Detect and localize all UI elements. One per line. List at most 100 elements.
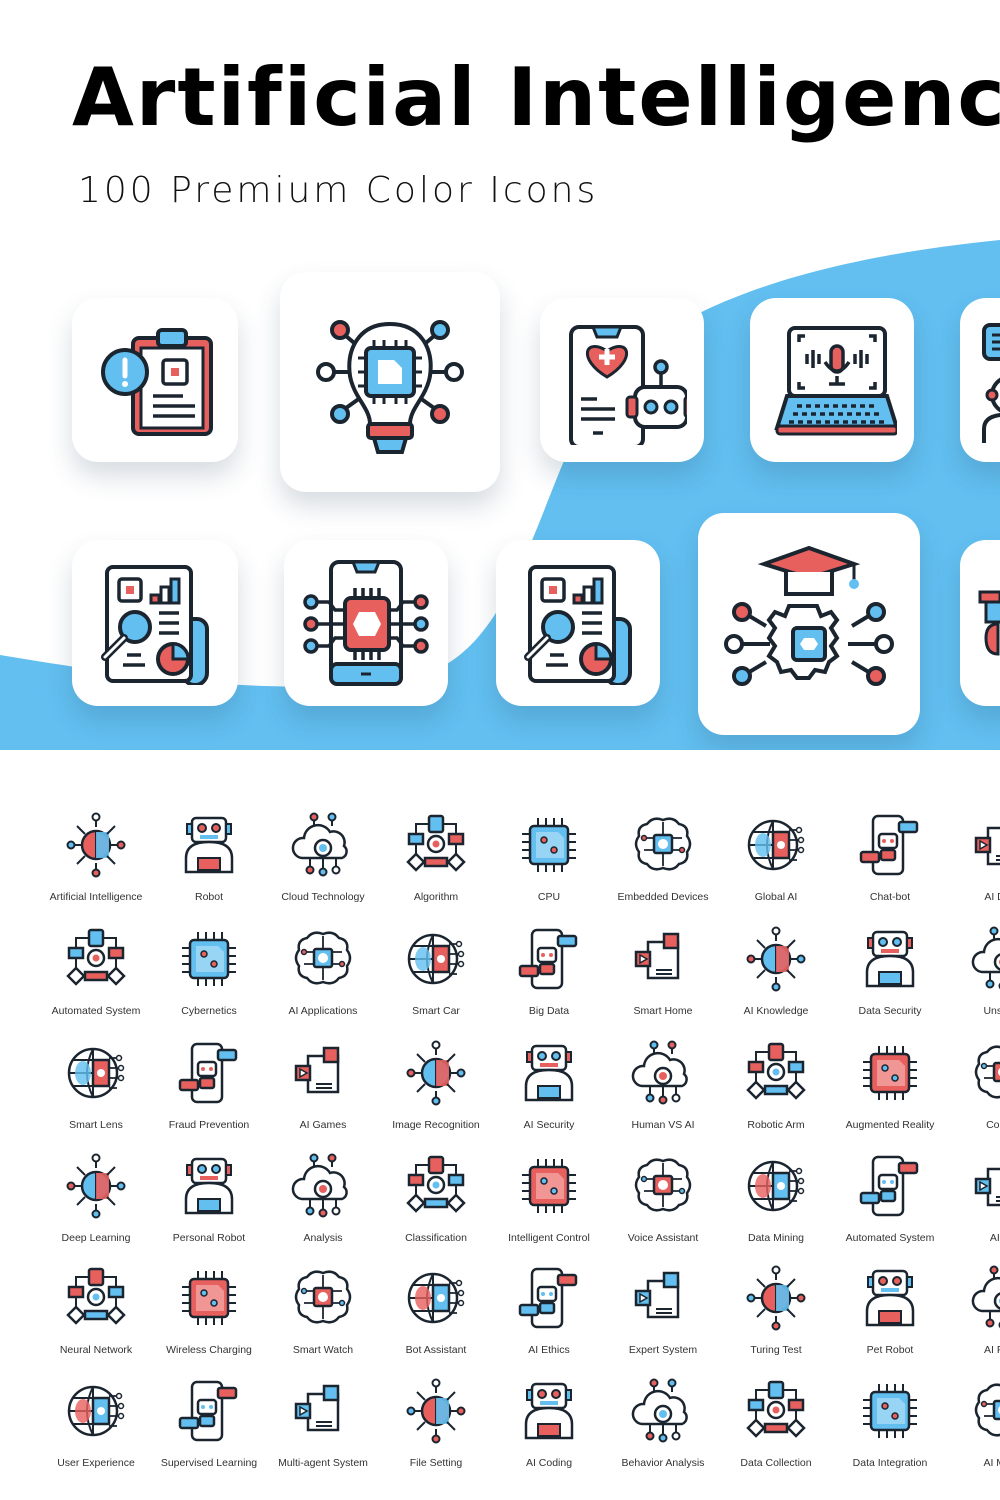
hero-tile-lightbulb-chip xyxy=(280,272,500,492)
icon-grid-item: Robotic Arm xyxy=(719,1040,833,1131)
brain-nodes-icon xyxy=(63,1265,129,1331)
icon-grid-item-label: File Setting xyxy=(409,1457,463,1469)
flowchart-icon xyxy=(403,812,469,878)
icon-grid-item-label: Smart Home xyxy=(633,1005,693,1017)
chip-sliders-icon xyxy=(516,1153,582,1219)
cpu-icon xyxy=(516,812,582,878)
server-pickaxe-icon xyxy=(743,1153,809,1219)
icon-grid-item: Neural Network xyxy=(39,1265,153,1356)
icon-grid-item-label: AI Coding xyxy=(525,1457,573,1469)
icon-grid-item: Pet Robot xyxy=(833,1265,947,1356)
icon-grid-item-label: Human VS AI xyxy=(631,1119,695,1131)
icon-grid-item: Multi-agent System xyxy=(266,1378,380,1469)
icon-grid-item: Personal Robot xyxy=(152,1153,266,1244)
icon-grid-item-label: Turing Test xyxy=(750,1344,802,1356)
hero-tile-phone-chip xyxy=(284,540,448,706)
icon-grid-item: Behavior Analysis xyxy=(606,1378,720,1469)
chip-scales-icon xyxy=(516,1265,582,1331)
watch-heart-icon xyxy=(290,1265,356,1331)
icon-grid-item-label: Neural Network xyxy=(59,1344,133,1356)
icon-grid-item: Wireless Charging xyxy=(152,1265,266,1356)
icon-grid-item-label: AI Games xyxy=(299,1119,347,1131)
graduation-gear-chip-icon xyxy=(724,545,894,686)
icon-grid-item-label: Behavior Analysis xyxy=(621,1457,705,1469)
icon-grid-item: Smart Lens xyxy=(39,1040,153,1131)
icon-grid-item-label: AI Re xyxy=(989,1232,1000,1244)
eye-message-icon xyxy=(970,1040,1000,1106)
icon-grid-item: Bot Assistant xyxy=(379,1265,493,1356)
icon-grid-item-label: AI Perfo xyxy=(984,1344,1000,1356)
icon-grid-item-label: Personal Robot xyxy=(172,1232,246,1244)
robotic-arm-icon xyxy=(743,1040,809,1106)
icon-grid-item-label: Artificial Intelligence xyxy=(49,891,143,903)
brain-chip-icon xyxy=(630,812,696,878)
house-wifi-icon xyxy=(630,926,696,992)
icon-grid-item-label: Image Recognition xyxy=(392,1119,480,1131)
laptop-shield-icon xyxy=(516,1040,582,1106)
icon-grid-item: AI Deve xyxy=(946,812,1000,903)
cloud-gear-icon xyxy=(290,812,356,878)
icon-grid-item-label: Smart Lens xyxy=(69,1119,123,1131)
robot-human-icon xyxy=(743,1265,809,1331)
partial-robot-icon xyxy=(978,590,1000,656)
icon-grid-item: AI Perfo xyxy=(946,1265,1000,1356)
book-chip-icon xyxy=(743,926,809,992)
icon-grid-item: Cloud Technology xyxy=(266,812,380,903)
icon-grid-item-label: AI Applications xyxy=(288,1005,358,1017)
icon-grid-item-label: Multi-agent System xyxy=(278,1457,368,1469)
icon-grid-item: Turing Test xyxy=(719,1265,833,1356)
icon-grid-item: Automated System xyxy=(39,926,153,1017)
icon-grid-item-label: Embedded Devices xyxy=(617,891,709,903)
icon-grid-item-label: Augmented Reality xyxy=(845,1119,935,1131)
laptop-voice-icon xyxy=(774,326,897,436)
icon-grid-item: Intelligent Control xyxy=(492,1153,606,1244)
icon-grid-item: Global AI xyxy=(719,812,833,903)
page-title: Artificial Intelligence xyxy=(72,51,1000,144)
hero-tile-report-analysis-1 xyxy=(72,540,238,706)
icon-grid-item: AI Applications xyxy=(266,926,380,1017)
hero-tile-partial xyxy=(960,540,1000,706)
icon-grid-item-label: Robotic Arm xyxy=(747,1119,805,1131)
icon-grid-item: Compu xyxy=(946,1040,1000,1131)
shield-card-icon xyxy=(176,1040,242,1106)
icon-grid-item: Augmented Reality xyxy=(833,1040,947,1131)
hero-showcase xyxy=(0,230,1000,750)
file-gear-icon xyxy=(403,1378,469,1444)
hero-tile-phone-health-robot xyxy=(540,298,704,462)
icon-grid-item-label: Data Integration xyxy=(852,1457,928,1469)
icon-grid-item: Chat-bot xyxy=(833,812,947,903)
clipboard-chip-alert-icon xyxy=(101,328,213,436)
icon-grid-item-label: Smart Car xyxy=(412,1005,460,1017)
user-cycle-icon xyxy=(63,1378,129,1444)
monitor-image-icon xyxy=(403,1040,469,1106)
chat-assistant-person-icon xyxy=(982,323,1000,443)
cloud-shapes-icon xyxy=(403,1153,469,1219)
icon-grid-item: Big Data xyxy=(492,926,606,1017)
phone-chatbot-icon xyxy=(857,812,923,878)
icon-grid-item: Data Security xyxy=(833,926,947,1017)
icon-grid-item: Classification xyxy=(379,1153,493,1244)
icon-grid-item-label: Voice Assistant xyxy=(627,1232,699,1244)
monitor-chip-icon xyxy=(970,1153,1000,1219)
browser-chart-icon xyxy=(290,1153,356,1219)
icon-grid-item: Data Integration xyxy=(833,1378,947,1469)
icon-grid-item-label: Chat-bot xyxy=(869,891,911,903)
icon-grid-item-label: Classification xyxy=(405,1232,467,1244)
icon-grid-item: Smart Watch xyxy=(266,1265,380,1356)
icon-grid-item-label: Deep Learning xyxy=(61,1232,131,1244)
files-server-icon xyxy=(743,1378,809,1444)
icon-grid-item: Automated System xyxy=(833,1153,947,1244)
icon-grid-item-label: Smart Watch xyxy=(292,1344,354,1356)
gear-messages-icon xyxy=(857,1153,923,1219)
icon-grid-item: Robot xyxy=(152,812,266,903)
phone-cube-icon xyxy=(857,1040,923,1106)
hero-tile-chat-assistant xyxy=(960,298,1000,462)
icon-grid-item: Human VS AI xyxy=(606,1040,720,1131)
icon-grid-item-label: Unstruct xyxy=(983,1005,1000,1017)
server-graduation-icon xyxy=(630,1265,696,1331)
robot-icon xyxy=(176,812,242,878)
icon-grid-item-label: Data Collection xyxy=(740,1457,812,1469)
icon-grid-item-label: AI Deve xyxy=(984,891,1000,903)
icon-grid-item: Expert System xyxy=(606,1265,720,1356)
cloud-servers-icon xyxy=(516,926,582,992)
